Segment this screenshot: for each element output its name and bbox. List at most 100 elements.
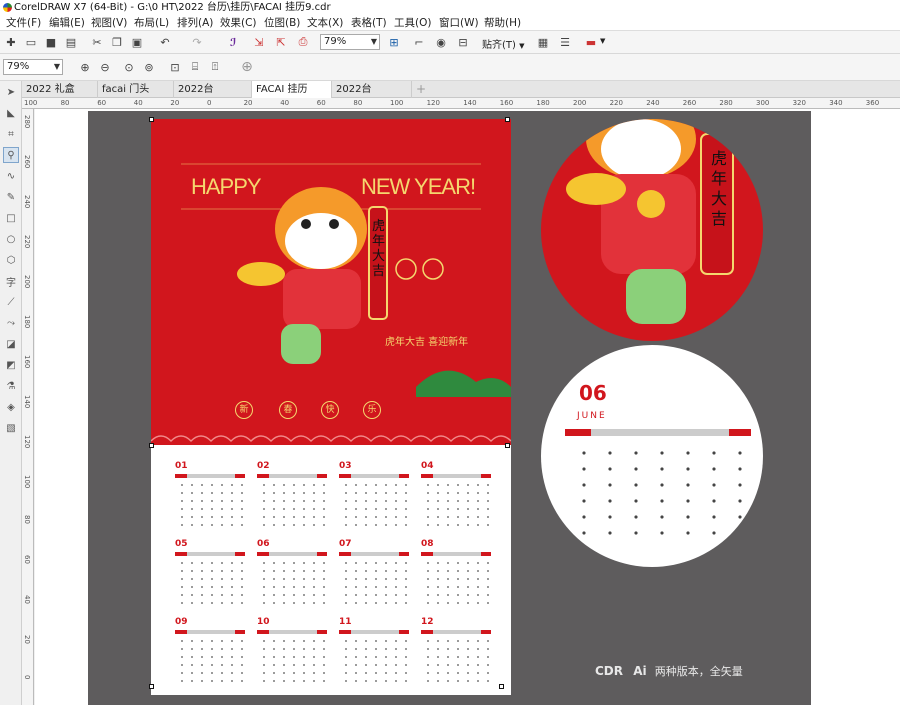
menu-view[interactable]: 视图(V) [91,15,127,31]
zoom-selected-icon[interactable]: ⊙ [120,58,138,76]
calendar-poster-cover[interactable]: HAPPY NEW YEAR! 虎年大吉 虎年大吉 喜迎新年 新 春 快 乐 [151,119,511,445]
add-icon[interactable]: ⊕ [238,58,256,76]
show-rulers-icon[interactable]: ⌐ [410,33,428,51]
menu-text[interactable]: 文本(X) [307,15,343,31]
open-folder-icon[interactable]: ▭ [22,33,40,51]
transparency-tool-icon[interactable]: ◩ [3,357,19,373]
publish-pdf-icon[interactable]: ⎙ [294,33,312,51]
day-grid [259,481,329,531]
blessing-badge-1: 新 [235,401,253,419]
zoom-tool-icon[interactable]: ⚲ [3,147,19,163]
property-zoom-combo[interactable]: 79% ▼ [3,59,63,75]
options-icon[interactable]: ☰ [556,33,574,51]
zoom-in-icon[interactable]: ⊕ [76,58,94,76]
vertical-ruler[interactable]: 280 260 240 220 200 180 160 140 120 100 80 60 40 20 0 [22,109,34,705]
selection-handle[interactable] [505,117,510,122]
zoom-all-objects-icon[interactable]: ⊚ [140,58,158,76]
selection-handle[interactable] [505,443,510,448]
standard-toolbar: ✚ ▭ ■ ▤ ✂ ❐ ▣ ↶ ↷ ℐ ⇲ ⇱ ⎙ 79% ▼ ⊞ ⌐ ◉ ⊟ 贴… [0,31,900,54]
selection-handle[interactable] [149,684,154,689]
crop-tool-icon[interactable]: ⌗ [3,126,19,142]
print-icon[interactable]: ▤ [62,33,80,51]
chevron-down-icon[interactable]: ▼ [600,37,605,45]
shape-tool-icon[interactable]: ◣ [3,105,19,121]
text-tool-icon[interactable]: 字 [3,273,19,289]
tab-document-active[interactable]: FACAI 挂历9.cdr [252,81,332,112]
ruler-tick-label: 80 [23,515,31,524]
ruler-tick-label: 140 [463,99,477,107]
full-screen-preview-icon[interactable]: ⊞ [385,33,403,51]
detail-preview-tiger[interactable]: 虎年大吉 [541,119,763,341]
freehand-tool-icon[interactable]: ∿ [3,168,19,184]
tab-document-2[interactable]: facai 门头1.cdr [98,81,174,112]
calendar-months-panel[interactable]: 01 02 03 04 05 06 07 08 09 10 11 12 [151,445,511,695]
menu-arrange[interactable]: 排列(A) [177,15,213,31]
tab-document-3[interactable]: 2022台历-4.cdr [174,81,252,112]
polygon-tool-icon[interactable]: ⬡ [3,252,19,268]
new-tab-icon[interactable]: + [416,82,426,96]
snap-to-dropdown[interactable]: 贴齐(T) ▼ [482,36,525,51]
drop-shadow-tool-icon[interactable]: ◪ [3,336,19,352]
ruler-tick-label: 20 [243,99,253,107]
menu-help[interactable]: 帮助(H) [484,15,521,31]
artistic-media-tool-icon[interactable]: ✎ [3,189,19,205]
interactive-fill-tool-icon[interactable]: ◈ [3,399,19,415]
detail-preview-calendar[interactable]: 06 JUNE [541,345,763,567]
ruler-tick-label: 0 [23,675,31,680]
menu-window[interactable]: 窗口(W) [439,15,479,31]
save-icon[interactable]: ■ [42,33,60,51]
june-month-label: JUNE [577,411,607,421]
selection-handle[interactable] [499,684,504,689]
tab-document-1[interactable]: 2022 礼盒1.cdr [22,81,98,112]
ruler-tick-label: 260 [23,155,31,169]
menu-file[interactable]: 文件(F) [6,15,41,31]
parallel-dimension-tool-icon[interactable]: ⟋ [3,294,19,310]
month-number: 07 [339,539,352,549]
connector-tool-icon[interactable]: ⤳ [3,315,19,331]
paste-icon[interactable]: ▣ [128,33,146,51]
menu-table[interactable]: 表格(T) [351,15,387,31]
selection-handle[interactable] [149,117,154,122]
import-icon[interactable]: ⇲ [250,33,268,51]
eyedropper-tool-icon[interactable]: ⚗ [3,378,19,394]
menu-effects[interactable]: 效果(C) [220,15,257,31]
zoom-page-width-icon[interactable]: ⌸ [186,58,204,76]
menu-edit[interactable]: 编辑(E) [49,15,85,31]
export-icon[interactable]: ⇱ [272,33,290,51]
zoom-out-icon[interactable]: ⊖ [96,58,114,76]
ellipse-tool-icon[interactable]: ○ [3,231,19,247]
horizontal-ruler[interactable]: 100 80 60 40 20 0 20 40 60 80 100 120 140 160 180 200 22… [22,98,900,109]
pick-tool-icon[interactable]: ➤ [3,84,19,100]
ruler-tick-label: 100 [24,99,38,107]
poster-artwork [151,163,511,443]
smart-fill-tool-icon[interactable]: ▧ [3,420,19,436]
zoom-page-height-icon[interactable]: ⍐ [206,58,224,76]
show-grid-icon[interactable]: ◉ [432,33,450,51]
menu-layout[interactable]: 布局(L) [134,15,169,31]
drawing-canvas[interactable]: HAPPY NEW YEAR! 虎年大吉 虎年大吉 喜迎新年 新 春 快 乐 0… [35,109,900,705]
month-number: 11 [339,617,352,627]
show-guidelines-icon[interactable]: ⊟ [454,33,472,51]
cut-icon[interactable]: ✂ [88,33,106,51]
redo-icon[interactable]: ↷ [188,33,206,51]
ruler-tick-label: 100 [23,475,31,489]
new-document-icon[interactable]: ✚ [2,33,20,51]
menu-tools[interactable]: 工具(O) [394,15,431,31]
tab-document-5[interactable]: 2022台历-12.cdr [332,81,412,112]
menu-bitmaps[interactable]: 位图(B) [264,15,300,31]
app-launcher-icon[interactable]: ℐ [224,33,242,51]
ruler-tick-label: 320 [792,99,806,107]
weekday-bar [421,552,491,556]
welcome-screen-icon[interactable]: ▦ [534,33,552,51]
rectangle-tool-icon[interactable]: □ [3,210,19,226]
zoom-page-icon[interactable]: ⊡ [166,58,184,76]
copy-icon[interactable]: ❐ [108,33,126,51]
month-number: 10 [257,617,270,627]
month-number: 08 [421,539,434,549]
day-grid [341,637,411,687]
chevron-down-icon: ▼ [53,62,60,71]
application-launcher-icon[interactable]: ▬ [582,33,600,51]
zoom-level-combo[interactable]: 79% ▼ [320,34,380,50]
undo-icon[interactable]: ↶ [156,33,174,51]
selection-handle[interactable] [149,443,154,448]
